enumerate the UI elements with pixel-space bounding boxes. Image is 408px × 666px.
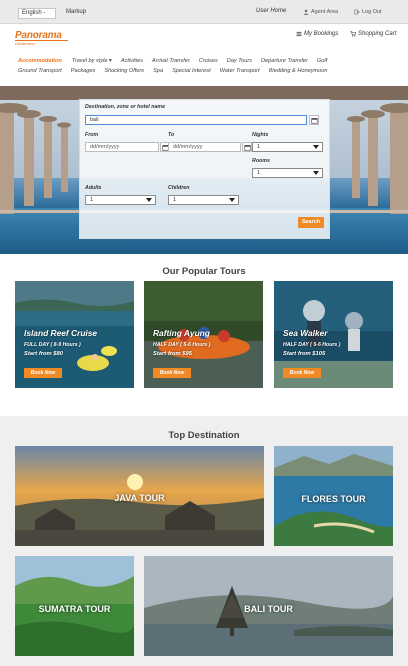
nights-select[interactable]: 1 (252, 142, 323, 152)
tour-price: Start from $105 (283, 351, 326, 357)
calendar-icon (310, 117, 318, 124)
children-label: Children (168, 185, 190, 191)
destination-card-sumatra[interactable]: SUMATRA TOUR (15, 556, 134, 656)
destination-label: SUMATRA TOUR (38, 604, 111, 614)
tour-card[interactable]: Island Reef Cruise FULL DAY ( 8-9 Hours … (15, 281, 134, 388)
cart-icon (350, 31, 356, 37)
chevron-down-icon (229, 198, 235, 202)
destination-label: BALI TOUR (244, 604, 293, 614)
my-bookings-link[interactable]: My Bookings (296, 31, 338, 37)
nights-label: Nights (252, 132, 269, 138)
nav-item-cruises[interactable]: Cruises (199, 58, 218, 64)
nav-item-water-transport[interactable]: Water Transport (220, 68, 260, 74)
destination-card-java[interactable]: JAVA TOUR (15, 446, 264, 546)
nav-item-day-tours[interactable]: Day Tours (227, 58, 252, 64)
main-nav: Accommodation Travel by style ▾ Activiti… (18, 56, 390, 76)
adults-value: 1 (90, 197, 94, 203)
nav-item-ground-transport[interactable]: Ground Transport (18, 68, 62, 74)
nav-item-golf[interactable]: Golf (317, 58, 327, 64)
logout-icon (354, 9, 360, 15)
rooms-value: 1 (257, 170, 261, 176)
brand-logo[interactable]: Panorama Destination (15, 30, 75, 46)
nav-item-travel-by-style[interactable]: Travel by style ▾ (72, 58, 112, 64)
nav-item-activities[interactable]: Activities (121, 58, 143, 64)
adults-label: Adults (85, 185, 102, 191)
search-button[interactable]: Search (298, 217, 324, 228)
user-icon (303, 9, 309, 15)
chevron-down-icon (313, 171, 319, 175)
top-destination-title: Top Destination (168, 430, 240, 441)
from-label: From (85, 132, 99, 138)
agent-area-label: Agent Area (311, 9, 339, 15)
tour-duration: HALF DAY ( 5-6 Hours ) (153, 342, 211, 348)
chevron-down-icon (146, 198, 152, 202)
top-utility-bar: English - Markup User Home Agent Area Lo… (0, 0, 408, 24)
my-bookings-label: My Bookings (304, 31, 339, 37)
rooms-select[interactable]: 1 (252, 168, 323, 178)
logout-link[interactable]: Log Out (354, 9, 382, 15)
nav-row-2: Ground Transport Packages Shocking Offer… (18, 66, 390, 76)
logout-label: Log Out (362, 9, 382, 15)
destination-input[interactable]: bali (85, 115, 307, 125)
destination-label: JAVA TOUR (114, 493, 165, 503)
markup-link[interactable]: Markup (66, 9, 86, 15)
tour-name: Sea Walker (283, 328, 328, 338)
rooms-label: Rooms (252, 158, 270, 164)
tour-price: Start from $80 (24, 351, 63, 357)
book-now-button[interactable]: Book Now (24, 368, 62, 378)
children-value: 1 (173, 197, 177, 203)
nav-item-wedding-honeymoon[interactable]: Wedding & Honeymoon (269, 68, 328, 74)
shopping-cart-label: Shopping Cart (358, 31, 397, 37)
tour-card[interactable]: Rafting Ayung HALF DAY ( 5-6 Hours ) Sta… (144, 281, 263, 388)
to-date-input[interactable]: dd/mm/yyyy (168, 142, 241, 152)
tour-duration: FULL DAY ( 8-9 Hours ) (24, 342, 81, 348)
nights-value: 1 (257, 144, 261, 150)
user-home-link[interactable]: User Home (256, 8, 286, 14)
nav-item-packages[interactable]: Packages (71, 68, 96, 74)
destination-card-bali[interactable]: BALI TOUR (144, 556, 393, 656)
to-label: To (168, 132, 175, 138)
nav-item-shocking-offers[interactable]: Shocking Offers (104, 68, 144, 74)
book-now-button[interactable]: Book Now (153, 368, 191, 378)
nav-row-1: Accommodation Travel by style ▾ Activiti… (18, 56, 390, 66)
tour-name: Island Reef Cruise (24, 328, 98, 338)
book-now-button[interactable]: Book Now (283, 368, 321, 378)
list-icon (296, 31, 302, 37)
nav-item-departure-transfer[interactable]: Departure Transfer (261, 58, 308, 64)
nav-item-spa[interactable]: Spa (153, 68, 163, 74)
from-date-input[interactable]: dd/mm/yyyy (85, 142, 159, 152)
destination-card-flores[interactable]: FLORES TOUR (274, 446, 393, 546)
language-select[interactable]: English - (18, 8, 56, 19)
children-select[interactable]: 1 (168, 195, 239, 205)
nav-item-accommodation[interactable]: Accommodation (18, 58, 62, 64)
chevron-down-icon (313, 145, 319, 149)
calendar-icon (243, 144, 251, 151)
shopping-cart-link[interactable]: Shopping Cart (350, 31, 396, 37)
to-calendar-button[interactable] (242, 142, 252, 152)
adults-select[interactable]: 1 (85, 195, 156, 205)
nav-item-special-interest[interactable]: Special Interest (172, 68, 211, 74)
agent-area-link[interactable]: Agent Area (303, 9, 338, 15)
destination-label: Destination, zone or hotel name (85, 104, 166, 110)
tour-price: Start from $95 (153, 351, 192, 357)
destination-label: FLORES TOUR (301, 494, 366, 504)
popular-tours-title: Our Popular Tours (162, 266, 246, 277)
tour-card[interactable]: Sea Walker HALF DAY ( 5-6 Hours ) Start … (274, 281, 393, 388)
destination-map-button[interactable] (309, 115, 319, 125)
nav-item-arrival-transfer[interactable]: Arrival Transfer (152, 58, 190, 64)
tour-duration: HALF DAY ( 5-6 Hours ) (283, 342, 341, 348)
tour-name: Rafting Ayung (153, 328, 210, 338)
